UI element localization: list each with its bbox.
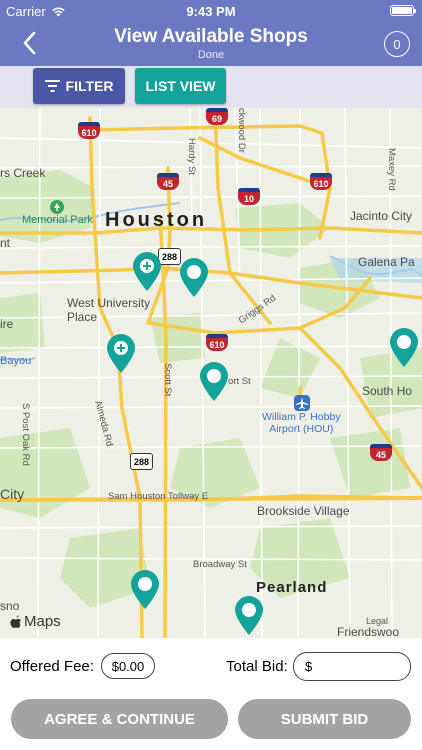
map-label-sno: sno [0,599,20,613]
map-label-jacinto-city: Jacinto City [350,209,413,223]
interstate-610-east-shield: 610 [310,173,332,190]
interstate-610-south-shield: 610 [206,334,228,351]
filter-icon [44,79,60,92]
map-label-ort-st: ort St [228,376,251,387]
airport-icon [294,395,310,411]
map-label-broadway-st: Broadway St [193,559,247,570]
filter-button[interactable]: FILTER [33,68,125,104]
map-label-pearland: Pearland [256,579,328,596]
map-pin-icon[interactable] [388,327,420,367]
map-pin-icon[interactable] [198,361,230,401]
apple-logo-icon [10,614,21,628]
interstate-10-shield: 10 [238,188,260,205]
map-label-friendswood: Friendswoo [337,625,400,638]
map-label-memorial-park: Memorial Park [22,214,93,226]
interstate-610-shield: 610 [78,122,100,139]
action-bar: FILTER LIST VIEW [0,66,422,108]
map-label-maxey-rd: Maxey Rd [386,148,397,191]
list-view-button[interactable]: LIST VIEW [135,68,226,104]
filter-label: FILTER [65,78,114,94]
shop-marker-plus[interactable] [105,333,137,373]
map-pin-icon[interactable] [178,257,210,297]
state-288-south-shield: 288 [130,453,154,470]
map-label-rs-creek: rs Creek [0,166,46,180]
map-label-houston: Houston [105,209,208,231]
agree-continue-button[interactable]: AGREE & CONTINUE [11,699,228,739]
map-label-bayou: Bayou [0,355,32,367]
maps-brand-label: Maps [24,613,61,630]
nav-bar: View Available Shops Done 0 [0,22,422,66]
map-label-west-university: West University Place [67,296,151,324]
status-time: 9:43 PM [186,4,236,19]
us-69-shield: 69 [206,108,228,125]
interstate-45-south-shield: 45 [370,444,392,461]
total-bid-label: Total Bid: [226,658,288,675]
total-bid-input[interactable]: $ [293,652,411,681]
map-label-sam-houston-tollway: Sam Houston Tollway E [108,491,209,502]
status-bar: Carrier 9:43 PM [0,0,422,22]
map-label-city: City [0,486,25,502]
page-title: View Available Shops [114,26,308,47]
map-label-post-oak-rd: S Post Oak Rd [20,403,31,466]
legal-link[interactable]: Legal [366,616,388,626]
battery-icon [390,5,416,16]
map-label-hardy-st: Hardy St [186,138,197,175]
offered-fee-field[interactable]: $0.00 [101,653,155,679]
page-subtitle[interactable]: Done [0,49,422,61]
submit-bid-button[interactable]: SUBMIT BID [238,699,411,739]
cart-count-badge[interactable]: 0 [384,31,410,57]
map-pin-icon[interactable] [233,595,265,635]
map-label-nt: nt [0,236,11,250]
map-label-lockwood-dr: ckwood Dr [236,108,247,153]
map-pin-icon[interactable] [129,569,161,609]
shop-marker-plus[interactable] [131,251,163,291]
map-view[interactable]: rs Creek nt Houston Memorial Park West U… [0,108,422,638]
interstate-45-shield: 45 [157,173,179,190]
map-label-galena-park: Galena Pa [358,255,415,269]
offered-fee-label: Offered Fee: [10,658,94,675]
map-label-ire: ire [0,317,14,331]
map-label-hobby-airport: William P. Hobby Airport (HOU) [262,411,341,435]
map-label-scott-st: Scott St [162,363,173,397]
map-label-brookside: Brookside Village [257,504,350,518]
map-label-south-houston: South Ho [362,384,413,398]
bid-panel: Offered Fee: $0.00 Total Bid: $ AGREE & … [0,638,422,750]
apple-maps-logo: Maps [10,613,61,630]
park-icon [50,200,64,214]
